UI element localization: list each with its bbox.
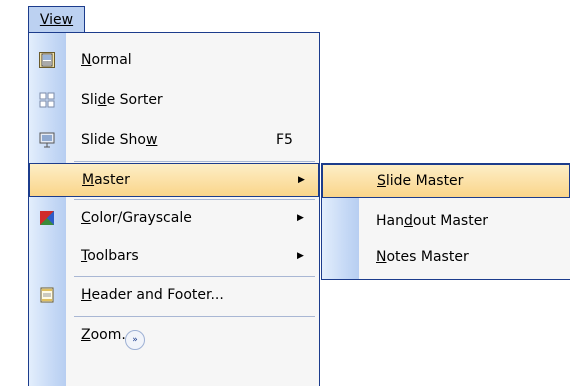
submenu-arrow-icon: ▶: [298, 175, 305, 185]
submenu-arrow-icon: ▶: [297, 213, 304, 223]
master-submenu: Slide Master Handout Master Notes Master: [321, 163, 570, 280]
menu-separator: [74, 316, 315, 317]
menu-item-slide-sorter[interactable]: Slide Sorter: [29, 83, 319, 117]
menu-item-master[interactable]: Master ▶: [29, 163, 319, 197]
slide-sorter-icon: [39, 92, 55, 108]
color-grayscale-icon: [40, 211, 54, 225]
menu-item-label: Handout Master: [376, 213, 489, 229]
slide-show-icon: [39, 132, 55, 148]
menu-item-slide-show[interactable]: Slide Show F5: [29, 123, 319, 157]
menu-item-normal[interactable]: Normal: [29, 43, 319, 77]
expand-menu-chevron-icon[interactable]: »: [125, 330, 145, 350]
normal-view-icon: [39, 52, 55, 68]
menu-item-toolbars[interactable]: Toolbars ▶: [29, 239, 319, 273]
menu-item-label: Slide Master: [377, 173, 464, 189]
view-menu[interactable]: View: [28, 6, 85, 33]
header-footer-icon: [40, 287, 54, 303]
menu-item-header-footer[interactable]: Header and Footer...: [29, 278, 319, 312]
menu-item-label: Color/Grayscale: [81, 210, 192, 226]
submenu-item-handout-master[interactable]: Handout Master: [322, 204, 570, 238]
shortcut-text: F5: [276, 132, 293, 148]
menu-item-color-grayscale[interactable]: Color/Grayscale ▶: [29, 201, 319, 235]
menu-separator: [74, 276, 315, 277]
menu-item-label: Slide Sorter: [81, 92, 163, 108]
submenu-item-slide-master[interactable]: Slide Master: [322, 164, 570, 198]
menu-item-label: Master: [82, 172, 130, 188]
view-dropdown-menu: Normal Slide Sorter Slide Show F5 Master…: [28, 32, 320, 386]
menu-separator: [74, 161, 315, 162]
menu-item-zoom[interactable]: Zoom...: [29, 318, 319, 352]
menu-item-label: Normal: [81, 52, 132, 68]
menu-item-label: Header and Footer...: [81, 287, 224, 303]
menu-separator: [74, 199, 315, 200]
menu-item-label: Notes Master: [376, 249, 469, 265]
menu-item-label: Toolbars: [81, 248, 139, 264]
submenu-item-notes-master[interactable]: Notes Master: [322, 240, 570, 274]
view-menu-label: View: [39, 12, 74, 28]
menu-item-label: Slide Show: [81, 132, 158, 148]
submenu-arrow-icon: ▶: [297, 251, 304, 261]
